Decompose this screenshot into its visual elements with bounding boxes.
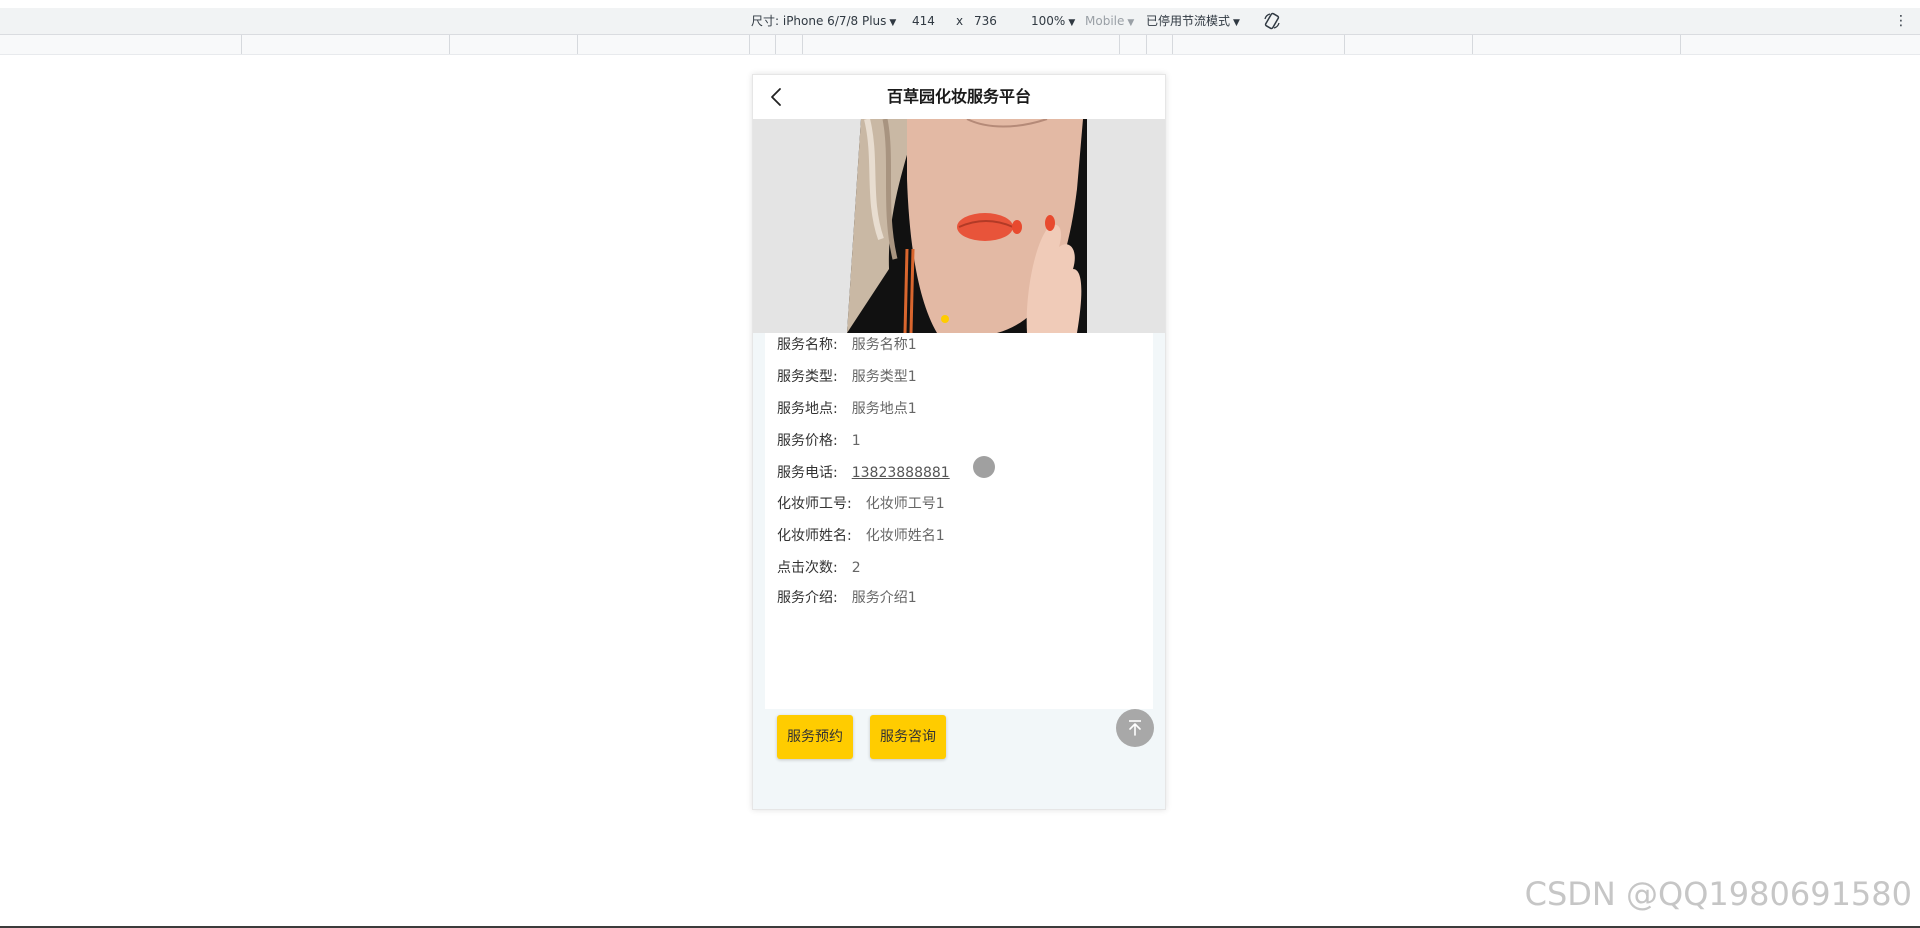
ruler-tick (1680, 35, 1681, 54)
ruler-tick (449, 35, 450, 54)
caret-down-icon: ▼ (1068, 18, 1076, 28)
rotate-icon[interactable] (1263, 12, 1281, 30)
ruler-tick (1146, 35, 1147, 54)
ruler-tick (577, 35, 578, 54)
field-label: 服务价格: (777, 433, 838, 449)
field-value: 服务地点1 (851, 401, 917, 417)
devtools-device-toolbar: 尺寸: iPhone 6/7/8 Plus ▼ 414 x 736 100% ▼ M… (0, 8, 1920, 35)
device-type-label: Mobile (1085, 14, 1125, 28)
nav-bar: 百草园化妆服务平台 (753, 75, 1165, 119)
zoom-label: 100% (1031, 14, 1066, 28)
caret-down-icon: ▼ (1233, 18, 1240, 28)
width-input[interactable]: 414 (912, 13, 935, 29)
watermark: CSDN @QQ1980691580 (1524, 875, 1912, 913)
field-service-location: 服务地点: 服务地点1 (777, 399, 917, 419)
field-value: 服务名称1 (851, 337, 917, 353)
field-value: 化妆师工号1 (865, 496, 945, 512)
touch-cursor (973, 456, 995, 478)
field-label: 服务电话: (777, 465, 838, 481)
screen: 尺寸: iPhone 6/7/8 Plus ▼ 414 x 736 100% ▼ M… (0, 0, 1920, 928)
field-label: 点击次数: (777, 560, 838, 576)
ruler-tick (802, 35, 803, 54)
banner-carousel[interactable] (753, 119, 1165, 333)
dimension-separator: x (956, 14, 964, 28)
more-options-icon[interactable]: ⋮ (1894, 12, 1908, 30)
field-click-count: 点击次数: 2 (777, 558, 861, 578)
device-select[interactable]: 尺寸: iPhone 6/7/8 Plus ▼ (751, 13, 896, 29)
field-service-intro: 服务介绍: 服务介绍1 (777, 588, 917, 608)
height-input[interactable]: 736 (974, 13, 997, 29)
ruler-tick (775, 35, 776, 54)
field-label: 服务类型: (777, 369, 838, 385)
field-value: 服务介绍1 (851, 590, 917, 606)
phone-viewport: 百草园化妆服务平台 服务名称: 服务名称1 服务类型: 服务类型1 服务地点: … (752, 74, 1166, 810)
field-label: 服务介绍: (777, 590, 838, 606)
field-label: 服务地点: (777, 401, 838, 417)
field-label: 化妆师姓名: (777, 528, 852, 544)
ruler-tick (1344, 35, 1345, 54)
ruler-tick (1172, 35, 1173, 54)
throttle-label: 已停用节流模式 (1146, 14, 1231, 28)
devtools-ruler (0, 35, 1920, 55)
back-to-top-button[interactable] (1116, 709, 1154, 747)
field-service-name: 服务名称: 服务名称1 (777, 335, 917, 355)
field-service-phone: 服务电话: 13823888881 (777, 463, 950, 483)
field-label: 服务名称: (777, 337, 838, 353)
caret-down-icon: ▼ (1127, 18, 1135, 28)
arrow-up-icon (1129, 720, 1141, 736)
caret-down-icon: ▼ (889, 18, 897, 28)
ruler-tick (1119, 35, 1120, 54)
zoom-select[interactable]: 100% ▼ (1031, 13, 1075, 29)
page-title: 百草园化妆服务平台 (886, 87, 1031, 106)
field-value: 服务类型1 (851, 369, 917, 385)
throttle-select[interactable]: 已停用节流模式 ▼ (1146, 13, 1240, 29)
field-label: 化妆师工号: (777, 496, 852, 512)
phone-link[interactable]: 13823888881 (852, 465, 950, 481)
service-detail-card: 服务名称: 服务名称1 服务类型: 服务类型1 服务地点: 服务地点1 服务价格: 1 … (765, 333, 1153, 759)
device-label: 尺寸: iPhone 6/7/8 Plus (751, 14, 887, 28)
field-service-type: 服务类型: 服务类型1 (777, 367, 917, 387)
field-artist-id: 化妆师工号: 化妆师工号1 (777, 494, 945, 514)
consult-service-button[interactable]: 服务咨询 (870, 715, 946, 759)
field-service-price: 服务价格: 1 (777, 431, 861, 451)
field-value: 1 (851, 433, 861, 449)
field-value: 2 (851, 560, 861, 576)
field-artist-name: 化妆师姓名: 化妆师姓名1 (777, 526, 945, 546)
field-value: 化妆师姓名1 (865, 528, 945, 544)
banner-photo (847, 119, 1087, 333)
ruler-tick (241, 35, 242, 54)
carousel-indicator-dot[interactable] (941, 315, 949, 323)
ruler-tick (1472, 35, 1473, 54)
ruler-tick (749, 35, 750, 54)
book-service-button[interactable]: 服务预约 (777, 715, 853, 759)
device-type-select[interactable]: Mobile ▼ (1085, 13, 1134, 29)
